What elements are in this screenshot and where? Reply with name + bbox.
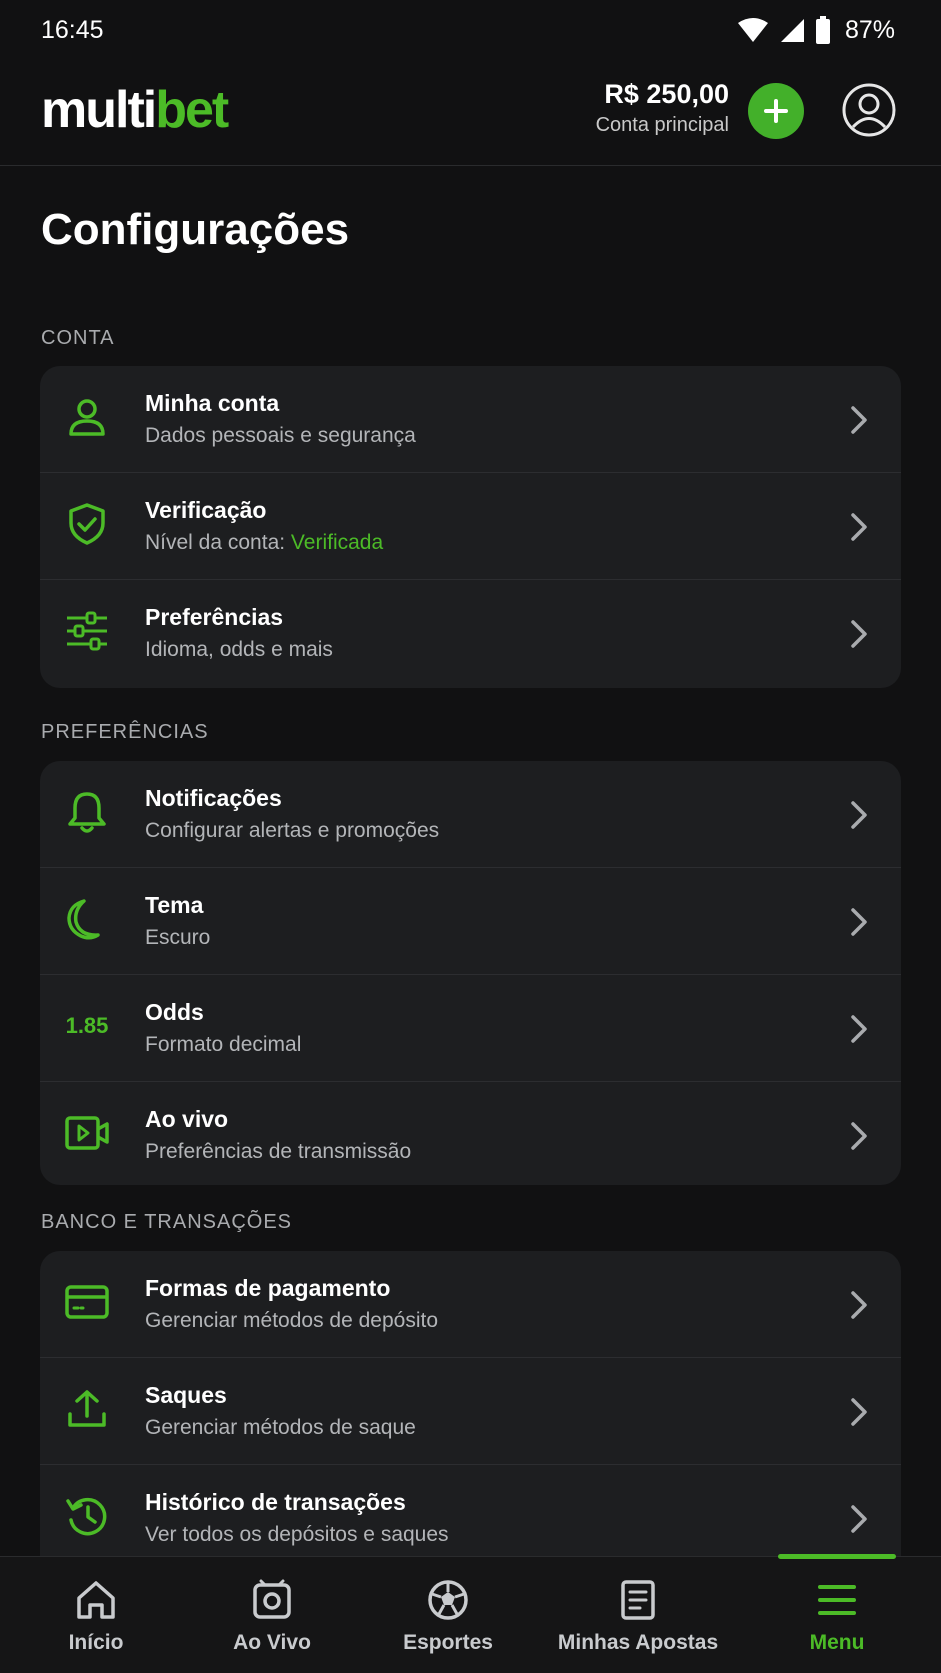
- status-bar: 16:45 87%: [0, 0, 941, 60]
- nav-item-ao-vivo[interactable]: Ao Vivo: [222, 1557, 322, 1673]
- logo-text-multi: multi: [41, 81, 157, 139]
- shield-check-icon: [64, 501, 110, 547]
- page-title: Configurações: [41, 205, 350, 254]
- item-title: Odds: [145, 999, 204, 1025]
- logo-text-bet: bet: [155, 81, 229, 139]
- settings-item-saques[interactable]: Saques Gerenciar métodos de saque: [40, 1358, 901, 1465]
- plus-icon: [764, 99, 788, 123]
- sliders-icon: [64, 608, 110, 654]
- chevron-right-icon: [851, 1398, 867, 1426]
- item-title: Ao vivo: [145, 1106, 229, 1132]
- item-subtitle: Ver todos os depósitos e saques: [145, 1523, 449, 1546]
- item-subtitle: Nível da conta: Verificada: [145, 531, 383, 555]
- item-subtitle: Preferências de transmissão: [145, 1140, 412, 1163]
- nav-item-minhas-apostas[interactable]: Minhas Apostas: [556, 1557, 720, 1673]
- account-label: Conta principal: [595, 114, 729, 137]
- profile-button[interactable]: [841, 82, 897, 138]
- status-time: 16:45: [41, 16, 104, 44]
- chevron-right-icon: [851, 1015, 867, 1043]
- credit-card-icon: [64, 1279, 110, 1325]
- settings-item-odds[interactable]: 1.85 Odds Formato decimal: [40, 975, 901, 1082]
- user-icon: [64, 394, 110, 440]
- item-title: Saques: [145, 1382, 227, 1408]
- item-title: Minha conta: [145, 390, 280, 416]
- section-label-banco: BANCO E TRANSAÇÕES: [41, 1211, 293, 1233]
- moon-icon: [64, 896, 110, 942]
- item-subtitle: Escuro: [145, 926, 211, 949]
- settings-item-formas-de-pagamento[interactable]: Formas de pagamento Gerenciar métodos de…: [40, 1251, 901, 1358]
- verification-level-label: Nível da conta:: [145, 531, 291, 554]
- item-title: Histórico de transações: [145, 1489, 406, 1515]
- item-title: Verificação: [145, 497, 267, 523]
- chevron-right-icon: [851, 1291, 867, 1319]
- settings-item-preferencias[interactable]: Preferências Idioma, odds e mais: [40, 580, 901, 686]
- nav-label: Esportes: [403, 1631, 493, 1654]
- item-title: Notificações: [145, 785, 282, 811]
- nav-item-menu[interactable]: Menu: [787, 1557, 887, 1673]
- settings-item-verificacao[interactable]: Verificação Nível da conta: Verificada: [40, 473, 901, 580]
- live-icon: [253, 1579, 291, 1619]
- item-subtitle: Configurar alertas e promoções: [145, 819, 440, 842]
- wifi-icon: [737, 18, 768, 42]
- balance-display[interactable]: R$ 250,00 Conta principal: [596, 78, 729, 137]
- balance-amount: R$ 250,00: [604, 79, 729, 109]
- section-label-conta: CONTA: [41, 327, 115, 349]
- item-subtitle: Formato decimal: [145, 1033, 302, 1056]
- battery-percent: 87%: [844, 15, 895, 44]
- verification-status: Verificada: [290, 531, 384, 554]
- nav-label: Início: [68, 1631, 124, 1654]
- deposit-button[interactable]: [748, 83, 804, 139]
- nav-item-inicio[interactable]: Início: [46, 1557, 146, 1673]
- bet-slip-icon: [621, 1580, 655, 1620]
- chevron-right-icon: [851, 1122, 867, 1150]
- bell-icon: [64, 789, 110, 835]
- history-icon: [64, 1493, 110, 1539]
- settings-item-notificacoes[interactable]: Notificações Configurar alertas e promoç…: [40, 761, 901, 868]
- nav-label: Menu: [809, 1631, 865, 1654]
- item-subtitle: Gerenciar métodos de saque: [145, 1416, 416, 1439]
- settings-card-conta: Minha conta Dados pessoais e segurança V…: [40, 366, 901, 688]
- settings-item-minha-conta[interactable]: Minha conta Dados pessoais e segurança: [40, 366, 901, 473]
- chevron-right-icon: [851, 1505, 867, 1533]
- chevron-right-icon: [851, 513, 867, 541]
- home-icon: [77, 1581, 115, 1619]
- section-label-preferencias: PREFERÊNCIAS: [41, 721, 209, 743]
- item-title: Tema: [145, 892, 204, 918]
- cellular-signal-icon: [780, 19, 804, 42]
- upload-icon: [64, 1386, 110, 1432]
- settings-card-preferencias: Notificações Configurar alertas e promoç…: [40, 761, 901, 1185]
- settings-item-ao-vivo[interactable]: Ao vivo Preferências de transmissão: [40, 1082, 901, 1185]
- profile-avatar-icon: [842, 83, 896, 137]
- app-header: multibet R$ 250,00 Conta principal: [0, 60, 941, 166]
- chevron-right-icon: [851, 620, 867, 648]
- soccer-ball-icon: [428, 1580, 468, 1620]
- odds-format-icon: 1.85: [65, 1013, 109, 1038]
- item-subtitle: Gerenciar métodos de depósito: [145, 1309, 439, 1332]
- chevron-right-icon: [851, 801, 867, 829]
- battery-icon: [815, 16, 830, 44]
- live-video-icon: [64, 1110, 110, 1156]
- nav-label: Minhas Apostas: [557, 1631, 719, 1654]
- item-title: Formas de pagamento: [145, 1275, 391, 1301]
- item-subtitle: Dados pessoais e segurança: [145, 424, 416, 447]
- item-title: Preferências: [145, 604, 284, 630]
- nav-item-esportes[interactable]: Esportes: [398, 1557, 498, 1673]
- menu-icon: [818, 1585, 856, 1615]
- settings-item-tema[interactable]: Tema Escuro: [40, 868, 901, 975]
- item-subtitle: Idioma, odds e mais: [145, 638, 333, 661]
- nav-label: Ao Vivo: [233, 1631, 311, 1654]
- bottom-navigation: Início Ao Vivo Esportes Minhas Apostas M…: [0, 1554, 941, 1673]
- multibet-logo[interactable]: multibet: [41, 81, 229, 139]
- chevron-right-icon: [851, 406, 867, 434]
- chevron-right-icon: [851, 908, 867, 936]
- status-icons: 87%: [737, 14, 895, 46]
